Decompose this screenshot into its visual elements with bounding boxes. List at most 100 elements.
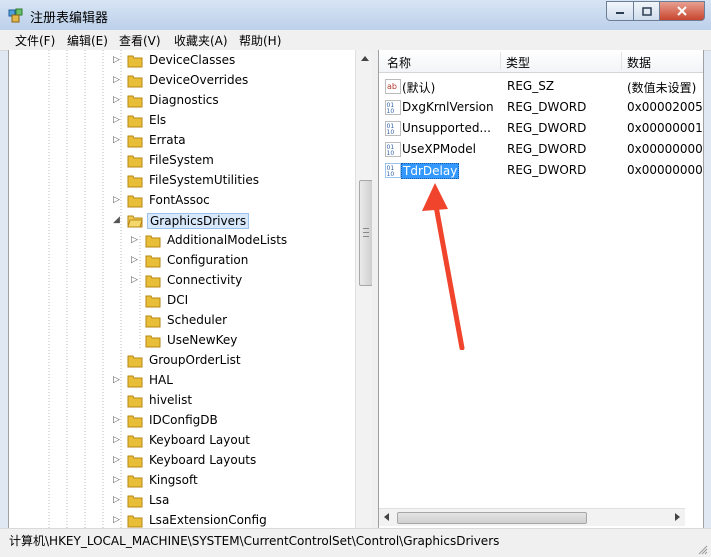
folder-icon [127, 55, 143, 68]
menu-edit[interactable]: 编辑(E) [67, 32, 108, 49]
tree-expander-icon[interactable]: ▷ [131, 235, 141, 245]
value-name: UseXPModel [402, 142, 476, 156]
tree-expander-icon [113, 395, 123, 405]
close-button[interactable] [660, 1, 705, 21]
column-name-header[interactable]: 名称 [387, 54, 411, 71]
scroll-left-arrow-icon[interactable] [382, 512, 392, 522]
svg-text:10: 10 [387, 150, 395, 157]
tree-expander-icon[interactable]: ▷ [113, 75, 123, 85]
menu-help[interactable]: 帮助(H) [239, 32, 281, 49]
open-folder-icon [127, 215, 143, 228]
value-type: REG_DWORD [507, 121, 587, 135]
value-row-selected[interactable]: 01 10 TdrDelay REG_DWORD 0x00000000 ( [379, 161, 703, 181]
value-row[interactable]: 01 10 DxgKrnlVersion REG_DWORD 0x00002005… [379, 98, 703, 118]
tree-item-label: Kingsoft [149, 473, 198, 487]
value-type: REG_SZ [507, 79, 555, 93]
binary-value-icon: 0110 [385, 121, 401, 136]
folder-icon [127, 175, 143, 188]
menu-file[interactable]: 文件(F) [15, 32, 55, 49]
tree-item-label: FileSystem [149, 153, 214, 167]
svg-text:ab: ab [387, 82, 397, 91]
tree-expander-icon[interactable]: ▷ [113, 115, 123, 125]
registry-editor-window: 注册表编辑器 文件(F) 编辑(E) 查看(V) 收藏夹(A) 帮助(H) ▷ … [0, 0, 711, 557]
tree-expander-icon[interactable]: ▷ [113, 95, 123, 105]
value-name: (默认) [402, 81, 436, 95]
scroll-grip-line [363, 236, 369, 237]
tree-expander-icon[interactable]: ▷ [113, 455, 123, 465]
value-row[interactable]: ab (默认) REG_SZ (数值未设置) [379, 77, 703, 97]
list-scroll-thumb[interactable] [397, 512, 587, 524]
value-name: TdrDelay [401, 163, 460, 179]
registry-value-list[interactable]: 名称 类型 数据 ab (默认) REG_SZ (数值未设置) 01 10 Dxg… [378, 50, 704, 529]
scroll-up-arrow-icon[interactable] [358, 52, 372, 66]
tree-expander-icon[interactable]: ▷ [113, 435, 123, 445]
menu-view[interactable]: 查看(V) [119, 32, 161, 49]
window-title: 注册表编辑器 [30, 11, 109, 26]
tree-item-label: hivelist [149, 393, 193, 407]
tree-scroll-thumb[interactable] [359, 180, 373, 286]
column-separator[interactable] [621, 52, 622, 70]
tree-expander-icon[interactable]: ▷ [113, 475, 123, 485]
tree-expander-icon[interactable]: ▷ [131, 255, 141, 265]
tree-item-label: Scheduler [167, 313, 228, 327]
tree-expander-icon[interactable]: ▷ [113, 515, 123, 525]
column-type-header[interactable]: 类型 [506, 54, 530, 71]
column-separator[interactable] [500, 52, 501, 70]
tree-item-label: Diagnostics [149, 93, 219, 107]
scroll-right-arrow-icon[interactable] [672, 512, 682, 522]
folder-icon [127, 435, 143, 448]
folder-icon [127, 135, 143, 148]
menu-bar: 文件(F) 编辑(E) 查看(V) 收藏夹(A) 帮助(H) [0, 30, 711, 51]
tree-item-label: Keyboard Layout [149, 433, 251, 447]
close-icon [677, 6, 687, 16]
tree-item-label: HAL [149, 373, 173, 387]
tree-expander-icon[interactable]: ▷ [113, 415, 123, 425]
minimize-button[interactable] [606, 1, 634, 21]
resize-grip-icon[interactable] [698, 545, 708, 555]
value-row[interactable]: 01 10 Unsupported... REG_DWORD 0x00000001… [379, 119, 703, 139]
window-controls [606, 1, 705, 21]
scroll-grip-line [363, 232, 369, 233]
svg-text:10: 10 [387, 129, 395, 136]
value-data: 0x00000000 ( [627, 163, 704, 177]
tree-vertical-scrollbar[interactable] [355, 50, 373, 528]
list-horizontal-scrollbar[interactable] [379, 508, 685, 526]
column-data-header[interactable]: 数据 [627, 54, 651, 71]
tree-expander-icon [113, 155, 123, 165]
tree-expander-icon[interactable]: ▷ [113, 135, 123, 145]
value-name: Unsupported... [402, 121, 491, 135]
binary-value-icon: 0110 [385, 100, 401, 115]
svg-text:10: 10 [387, 171, 395, 178]
folder-icon [127, 195, 143, 208]
tree-item-label: IDConfigDB [149, 413, 218, 427]
tree-item-label: Keyboard Layouts [149, 453, 257, 467]
value-type: REG_DWORD [507, 100, 587, 114]
folder-icon [127, 415, 143, 428]
registry-key-tree[interactable]: ▷ DeviceClasses ▷ DeviceOverrides ▷ Diagnos… [8, 50, 373, 529]
binary-value-icon: 0110 [385, 142, 401, 157]
title-bar[interactable]: 注册表编辑器 [0, 0, 711, 30]
scroll-grip-line [363, 228, 369, 229]
folder-icon [145, 295, 161, 308]
tree-expander-icon[interactable]: ◢ [113, 215, 123, 225]
svg-text:10: 10 [387, 108, 395, 115]
tree-expander-icon[interactable]: ▷ [113, 495, 123, 505]
tree-expander-icon [113, 175, 123, 185]
list-column-headers: 名称 类型 数据 [379, 50, 703, 73]
value-type: REG_DWORD [507, 142, 587, 156]
tree-expander-icon[interactable]: ▷ [113, 375, 123, 385]
tree-expander-icon[interactable]: ▷ [131, 275, 141, 285]
tree-item-label: Configuration [167, 253, 249, 267]
status-bar: 计算机\HKEY_LOCAL_MACHINE\SYSTEM\CurrentCon… [0, 528, 711, 557]
value-row[interactable]: 01 10 UseXPModel REG_DWORD 0x00000000 ( [379, 140, 703, 160]
tree-expander-icon [113, 355, 123, 365]
tree-item-label: DeviceOverrides [149, 73, 249, 87]
folder-icon [127, 475, 143, 488]
menu-favorites[interactable]: 收藏夹(A) [174, 32, 228, 49]
folder-icon [127, 375, 143, 388]
tree-item-label: LsaExtensionConfig [149, 513, 267, 527]
tree-expander-icon[interactable]: ▷ [113, 55, 123, 65]
maximize-button[interactable] [634, 1, 660, 21]
tree-expander-icon[interactable]: ▷ [113, 195, 123, 205]
value-data: 0x00000001 ( [627, 121, 704, 135]
